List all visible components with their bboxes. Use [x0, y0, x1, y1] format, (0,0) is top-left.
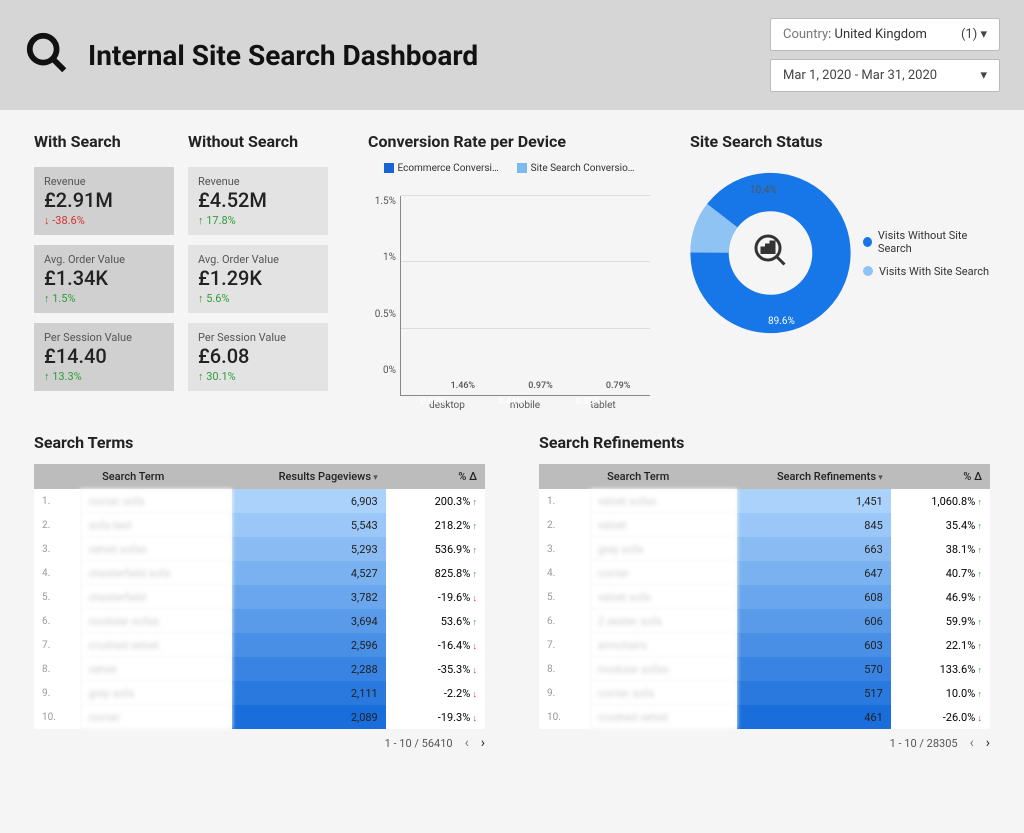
without-search-title: Without Search [188, 132, 328, 151]
donut-title: Site Search Status [690, 132, 990, 151]
col-delta[interactable]: % Δ [386, 464, 485, 489]
col-search-term[interactable]: Search Term [34, 464, 232, 489]
table-row[interactable]: 3.grey sofa66338.1% [539, 537, 990, 561]
table-row[interactable]: 10.crushed velvet461-26.0% [539, 705, 990, 729]
date-range-selector[interactable]: Mar 1, 2020 - Mar 31, 2020 ▾ [770, 59, 1000, 92]
table-row[interactable]: 2.sofa bed5,543218.2% [34, 513, 485, 537]
next-page-icon-r[interactable]: › [986, 735, 990, 751]
metric-delta: ↑ 17.8% [198, 214, 318, 227]
prev-page-icon-r[interactable]: ‹ [970, 735, 974, 751]
metric-value: £1.34K [44, 266, 164, 290]
metric-delta: ↑ 30.1% [198, 370, 318, 383]
with-search-title: With Search [34, 132, 174, 151]
page-title: Internal Site Search Dashboard [88, 39, 478, 72]
metric-label: Per Session Value [198, 331, 318, 344]
metric-value: £6.08 [198, 344, 318, 368]
prev-page-icon[interactable]: ‹ [465, 735, 469, 751]
table-row[interactable]: 7.crushed velvet2,596-16.4% [34, 633, 485, 657]
table-row[interactable]: 4.chesterfield sofa4,527825.8% [34, 561, 485, 585]
metric-value: £1.29K [198, 266, 318, 290]
bar-chart-title: Conversion Rate per Device [368, 132, 650, 151]
metric-delta: ↓ -38.6% [44, 214, 164, 227]
metric-card: Per Session Value£14.40 ↑ 13.3% [34, 323, 174, 391]
table-row[interactable]: 6.2 seater sofa60659.9% [539, 609, 990, 633]
col-pageviews[interactable]: Results Pageviews [232, 464, 385, 489]
donut-with-pct: 10.4% [750, 185, 777, 196]
table-row[interactable]: 7.armchairs60322.1% [539, 633, 990, 657]
table-row[interactable]: 8.velvet2,288-35.3% [34, 657, 485, 681]
table-row[interactable]: 4.corner64740.7% [539, 561, 990, 585]
col-refinements[interactable]: Search Refinements [737, 464, 890, 489]
legend-without-search: Visits Without Site Search [878, 229, 990, 255]
metric-delta: ↑ 13.3% [44, 370, 164, 383]
bar-chart-block: Conversion Rate per Device Ecommerce Con… [368, 132, 650, 401]
metric-delta: ↑ 1.5% [44, 292, 164, 305]
legend-site-search: Site Search Conversio… [517, 163, 635, 174]
next-page-icon[interactable]: › [481, 735, 485, 751]
table-row[interactable]: 5.velvet sofa60846.9% [539, 585, 990, 609]
table-row[interactable]: 10.corner2,089-19.3% [34, 705, 485, 729]
metric-value: £2.91M [44, 188, 164, 212]
table-row[interactable]: 1.corner sofa6,903200.3% [34, 489, 485, 513]
chevron-down-icon: ▾ [980, 68, 987, 83]
table-row[interactable]: 1.velvet sofas1,4511,060.8% [539, 489, 990, 513]
col-delta-r[interactable]: % Δ [891, 464, 990, 489]
country-selector[interactable]: Country: United Kingdom (1) ▾ [770, 18, 1000, 51]
terms-pager-label: 1 - 10 / 56410 [385, 737, 453, 750]
metric-label: Per Session Value [44, 331, 164, 344]
search-icon [24, 30, 70, 80]
metric-card: Avg. Order Value£1.34K ↑ 1.5% [34, 245, 174, 313]
chevron-down-icon: ▾ [980, 27, 987, 42]
metric-card: Revenue£4.52M ↑ 17.8% [188, 167, 328, 235]
metric-card: Revenue£2.91M ↓ -38.6% [34, 167, 174, 235]
metric-delta: ↑ 5.6% [198, 292, 318, 305]
table-row[interactable]: 3.velvet sofas5,293536.9% [34, 537, 485, 561]
metric-label: Avg. Order Value [44, 253, 164, 266]
legend-with-search: Visits With Site Search [879, 265, 989, 278]
table-row[interactable]: 8.modular sofas570133.6% [539, 657, 990, 681]
legend-ecommerce: Ecommerce Conversi… [384, 163, 499, 174]
terms-title: Search Terms [34, 433, 485, 452]
metric-value: £14.40 [44, 344, 164, 368]
col-search-term-r[interactable]: Search Term [539, 464, 737, 489]
search-terms-table: Search Terms Search Term Results Pagevie… [34, 433, 485, 751]
search-refinements-table: Search Refinements Search Term Search Re… [539, 433, 990, 751]
metric-value: £4.52M [198, 188, 318, 212]
donut-without-pct: 89.6% [768, 316, 795, 327]
metric-card: Avg. Order Value£1.29K ↑ 5.6% [188, 245, 328, 313]
metric-label: Revenue [198, 175, 318, 188]
refinements-pager-label: 1 - 10 / 28305 [890, 737, 958, 750]
table-row[interactable]: 9.grey sofa2,111-2.2% [34, 681, 485, 705]
refinements-title: Search Refinements [539, 433, 990, 452]
table-row[interactable]: 9.corner sofa51710.0% [539, 681, 990, 705]
header-bar: Internal Site Search Dashboard Country: … [0, 0, 1024, 110]
metrics-block: With Search Revenue£2.91M↓ -38.6%Avg. Or… [34, 132, 328, 401]
analytics-icon [753, 233, 789, 273]
table-row[interactable]: 6.modular sofas3,69453.6% [34, 609, 485, 633]
donut-block: Site Search Status 10.4% 89.6% Visits Wi… [690, 132, 990, 401]
metric-card: Per Session Value£6.08 ↑ 30.1% [188, 323, 328, 391]
metric-label: Revenue [44, 175, 164, 188]
table-row[interactable]: 2.velvet84535.4% [539, 513, 990, 537]
table-row[interactable]: 5.chesterfield3,782-19.6% [34, 585, 485, 609]
metric-label: Avg. Order Value [198, 253, 318, 266]
